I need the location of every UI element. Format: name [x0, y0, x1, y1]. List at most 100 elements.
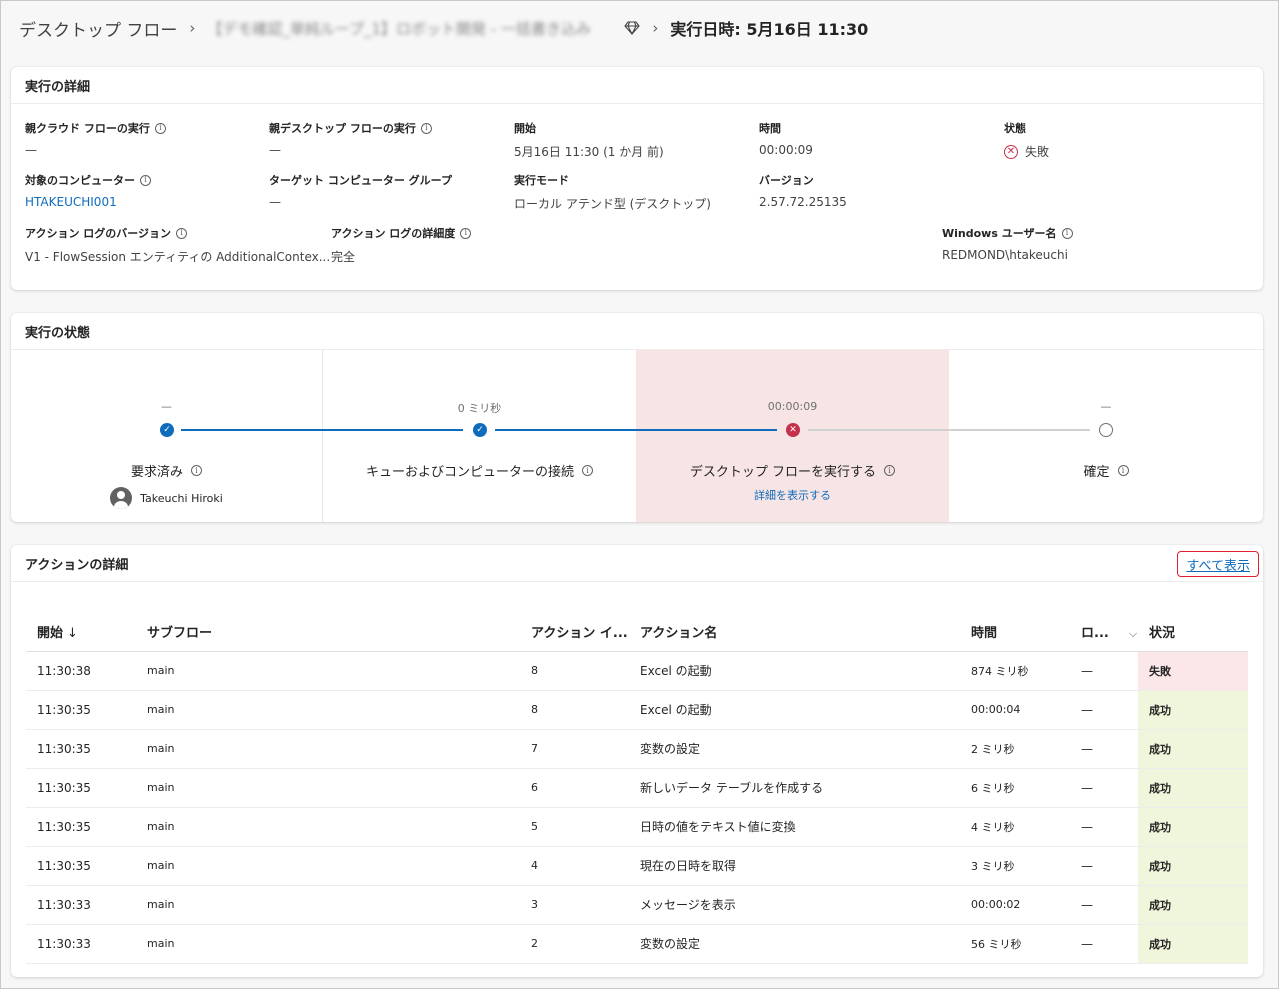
parent-desktop-flow-field: 親デスクトップ フローの実行 i —: [269, 120, 432, 157]
page-title: 実行日時: 5月16日 11:30: [670, 20, 869, 39]
parent-cloud-flow-field: 親クラウド フローの実行 i —: [25, 120, 166, 157]
cell-action-index: 2: [520, 924, 629, 964]
cell-start: 11:30:38: [26, 651, 136, 691]
cell-subflow: main: [136, 690, 520, 730]
column-header-action-index[interactable]: アクション イ...: [520, 613, 629, 652]
step-label: デスクトップ フローを実行する: [689, 465, 877, 480]
cell-subflow: main: [136, 651, 520, 691]
step-label: 確定: [1083, 465, 1110, 480]
chevron-down-icon[interactable]: ⌵: [1129, 627, 1137, 641]
run-details-card: 実行の詳細 親クラウド フローの実行 i — 親デスクトップ フローの実行 i — …: [11, 67, 1263, 290]
windows-user-value: REDMOND\htakeuchi: [942, 248, 1068, 262]
version-label: バージョン: [759, 174, 814, 187]
info-icon[interactable]: i: [420, 122, 432, 134]
target-computer-link[interactable]: HTAKEUCHI001: [25, 195, 151, 209]
parent-desktop-flow-value: —: [269, 143, 281, 157]
parent-cloud-flow-label: 親クラウド フローの実行: [25, 122, 150, 135]
column-header-log[interactable]: ロ... ⌵: [1070, 613, 1138, 652]
cell-action-index: 8: [520, 651, 629, 691]
table-row[interactable]: 11:30:35 main 7 変数の設定 2 ミリ秒 — 成功: [26, 729, 1248, 769]
cell-duration: 00:00:04: [960, 690, 1070, 730]
cell-status: 成功: [1138, 846, 1248, 886]
cell-status: 成功: [1138, 807, 1248, 847]
cell-duration: 3 ミリ秒: [960, 846, 1070, 886]
info-icon[interactable]: i: [154, 122, 166, 134]
cell-status: 成功: [1138, 729, 1248, 769]
info-icon[interactable]: i: [460, 227, 472, 239]
breadcrumb-desktop-flows[interactable]: デスクトップ フロー: [19, 16, 177, 41]
duration-field: 時間 00:00:09: [759, 120, 813, 157]
cell-action-index: 3: [520, 885, 629, 925]
table-row[interactable]: 11:30:35 main 5 日時の値をテキスト値に変換 4 ミリ秒 — 成功: [26, 807, 1248, 847]
target-group-field: ターゲット コンピューター グループ —: [269, 172, 452, 209]
run-status-stepper: — 要求済み i Takeuchi Hiroki 0 ミリ秒 キューおよびコンピュ…: [11, 350, 1263, 522]
cell-action-name: 変数の設定: [629, 924, 960, 964]
cell-duration: 6 ミリ秒: [960, 768, 1070, 808]
cell-subflow: main: [136, 807, 520, 847]
run-mode-value: ローカル アテンド型 (デスクトップ): [514, 197, 711, 211]
cell-log: —: [1070, 768, 1138, 808]
cell-action-index: 5: [520, 807, 629, 847]
action-log-detail-value: 完全: [331, 250, 356, 264]
sort-down-icon: ↓: [67, 626, 78, 642]
start-value: 5月16日 11:30 (1 か月 前): [514, 145, 664, 159]
column-header-label: ロ...: [1081, 626, 1109, 642]
table-header-row: 開始 ↓ サブフロー アクション イ... アクション名 時間 ロ... ⌵ 状況: [26, 613, 1248, 652]
cell-start: 11:30:33: [26, 885, 136, 925]
cell-action-index: 7: [520, 729, 629, 769]
status-field: 状態 ✕ 失敗: [1004, 120, 1049, 160]
table-row[interactable]: 11:30:35 main 6 新しいデータ テーブルを作成する 6 ミリ秒 — 成功: [26, 768, 1248, 808]
column-header-status[interactable]: 状況: [1138, 613, 1248, 652]
action-details-title: アクションの詳細: [11, 545, 1263, 582]
cell-status: 成功: [1138, 924, 1248, 964]
info-icon[interactable]: i: [1117, 465, 1129, 476]
table-row[interactable]: 11:30:35 main 8 Excel の起動 00:00:04— 成功: [26, 690, 1248, 730]
info-icon[interactable]: i: [191, 465, 202, 476]
info-icon[interactable]: i: [884, 465, 896, 476]
step-duration: —: [1100, 400, 1112, 413]
cell-duration: 56 ミリ秒: [960, 924, 1070, 964]
table-row[interactable]: 11:30:35 main 4 現在の日時を取得 3 ミリ秒 — 成功: [26, 846, 1248, 886]
table-row[interactable]: 11:30:33 main 3 メッセージを表示 00:00:02— 成功: [26, 885, 1248, 925]
cell-action-name: 新しいデータ テーブルを作成する: [629, 768, 960, 808]
breadcrumb-flow-name[interactable]: 【デモ確認_単純ループ_1】ロボット開発 - 一括書き込み: [207, 18, 612, 39]
target-computer-field: 対象のコンピューター i HTAKEUCHI001: [25, 172, 151, 209]
show-details-link[interactable]: 詳細を表示する: [754, 487, 831, 503]
action-log-version-field: アクション ログのバージョン i V1 - FlowSession エンティティの…: [25, 225, 330, 265]
info-icon[interactable]: i: [1061, 227, 1073, 239]
column-header-start[interactable]: 開始 ↓: [26, 613, 136, 652]
cell-log: —: [1070, 924, 1138, 964]
column-header-duration[interactable]: 時間: [960, 613, 1070, 652]
cell-action-index: 6: [520, 768, 629, 808]
page: デスクトップ フロー › 【デモ確認_単純ループ_1】ロボット開発 - 一括書き…: [1, 1, 1278, 988]
show-all-link[interactable]: すべて表示: [1177, 551, 1259, 577]
cell-status: 成功: [1138, 690, 1248, 730]
cell-start: 11:30:33: [26, 924, 136, 964]
windows-user-field: Windows ユーザー名 i REDMOND\htakeuchi: [942, 225, 1073, 262]
run-status-title: 実行の状態: [11, 313, 1263, 350]
chevron-right-icon: ›: [652, 19, 659, 37]
info-icon[interactable]: i: [140, 174, 151, 186]
cell-action-index: 8: [520, 690, 629, 730]
table-row[interactable]: 11:30:38 main 8 Excel の起動 874 ミリ秒 — 失敗: [26, 651, 1248, 691]
cell-start: 11:30:35: [26, 729, 136, 769]
cell-duration: 874 ミリ秒: [960, 651, 1070, 691]
column-header-action-name[interactable]: アクション名: [629, 613, 960, 652]
cell-action-name: 変数の設定: [629, 729, 960, 769]
version-value: 2.57.72.25135: [759, 195, 847, 209]
avatar: [110, 487, 133, 509]
table-row[interactable]: 11:30:33 main 2 変数の設定 56 ミリ秒 — 成功: [26, 924, 1248, 964]
cell-action-name: 現在の日時を取得: [629, 846, 960, 886]
cell-status: 成功: [1138, 768, 1248, 808]
progress-track-complete: [495, 429, 777, 431]
info-icon[interactable]: i: [582, 465, 593, 476]
action-log-detail-label: アクション ログの詳細度: [331, 227, 456, 240]
cell-duration: 4 ミリ秒: [960, 807, 1070, 847]
info-icon[interactable]: i: [176, 227, 188, 239]
run-status-card: 実行の状態 — 要求済み i Takeuchi Hiroki 0 ミリ秒 キューお…: [11, 313, 1263, 522]
step-duration: 0 ミリ秒: [457, 402, 502, 415]
column-header-subflow[interactable]: サブフロー: [136, 613, 520, 652]
cell-log: —: [1070, 807, 1138, 847]
parent-desktop-flow-label: 親デスクトップ フローの実行: [269, 122, 416, 135]
action-details-card: アクションの詳細 すべて表示 開始 ↓ サブフロー アクション イ... アクショ…: [11, 545, 1263, 977]
